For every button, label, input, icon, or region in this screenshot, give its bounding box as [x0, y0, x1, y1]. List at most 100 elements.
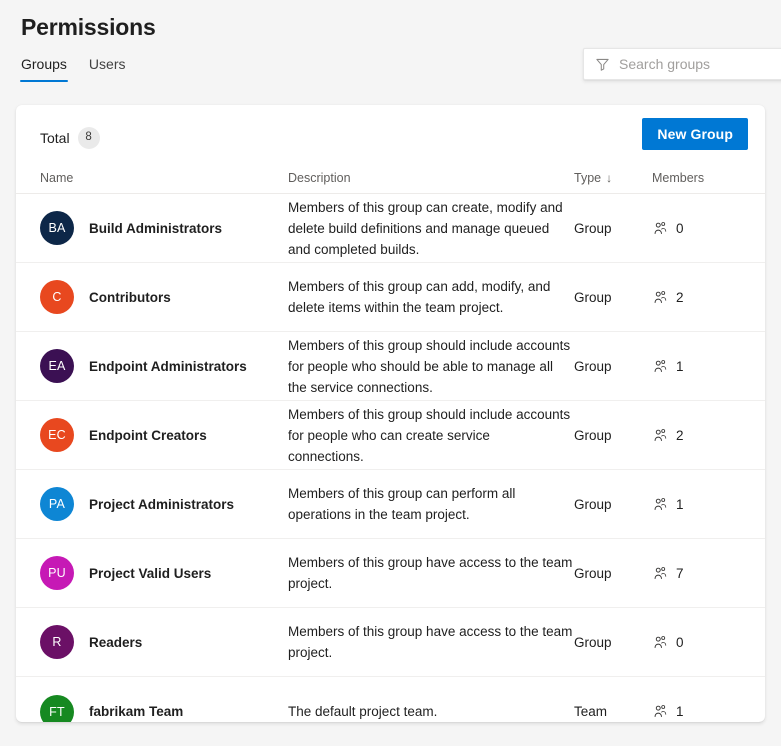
people-icon	[652, 634, 668, 650]
group-type-label: Group	[574, 496, 612, 512]
group-type-cell: Group	[574, 635, 652, 650]
group-type-label: Group	[574, 220, 612, 236]
page-title: Permissions	[21, 14, 156, 40]
group-members-count: 2	[676, 427, 684, 443]
group-type-label: Group	[574, 358, 612, 374]
group-description-cell: The default project team.	[288, 701, 574, 722]
sort-descending-icon: ↓	[606, 171, 613, 185]
group-type-cell: Group	[574, 428, 652, 443]
table-row[interactable]: R Readers Members of this group have acces…	[16, 608, 765, 677]
search-input[interactable]	[619, 49, 781, 79]
tab-users-label: Users	[88, 56, 126, 72]
avatar: C	[40, 280, 74, 314]
table-row[interactable]: PU Project Valid Users Members of this gro…	[16, 539, 765, 608]
column-header-type[interactable]: Type ↓	[574, 171, 652, 185]
avatar: EA	[40, 349, 74, 383]
table-row[interactable]: EA Endpoint Administrators Members of this…	[16, 332, 765, 401]
people-icon	[652, 289, 668, 305]
column-header-members-label: Members	[652, 171, 705, 185]
group-description-cell: Members of this group can add, modify, a…	[288, 276, 574, 318]
people-icon	[652, 427, 668, 443]
group-name-cell[interactable]: R Readers	[40, 625, 288, 659]
column-header-name[interactable]: Name	[40, 171, 288, 185]
group-description-cell: Members of this group can create, modify…	[288, 197, 574, 260]
group-members-cell: 1	[652, 496, 742, 512]
groups-card: Total 8 New Group Name Description Type …	[16, 105, 765, 722]
table-row[interactable]: BA Build Administrators Members of this gr…	[16, 194, 765, 263]
search-groups-box[interactable]	[583, 48, 781, 80]
column-header-description-label: Description	[288, 171, 351, 185]
group-members-cell: 1	[652, 704, 742, 720]
tab-users[interactable]: Users	[88, 53, 127, 82]
group-description-label: Members of this group can create, modify…	[288, 199, 563, 257]
tab-groups[interactable]: Groups	[20, 53, 68, 82]
tab-list: Groups Users	[20, 53, 126, 82]
group-description-cell: Members of this group can perform all op…	[288, 483, 574, 525]
filter-icon	[594, 56, 610, 72]
group-members-count: 1	[676, 704, 684, 719]
group-name-cell[interactable]: EC Endpoint Creators	[40, 418, 288, 452]
group-members-count: 1	[676, 496, 684, 512]
column-header-members[interactable]: Members	[652, 171, 742, 185]
people-icon	[652, 220, 668, 236]
group-description-label: Members of this group have access to the…	[288, 624, 573, 660]
group-description-label: Members of this group have access to the…	[288, 555, 573, 591]
table-row[interactable]: FT fabrikam Team The default project team.…	[16, 677, 765, 722]
groups-table: Name Description Type ↓ Members BA Build …	[16, 163, 765, 722]
group-name-cell[interactable]: PA Project Administrators	[40, 487, 288, 521]
group-members-count: 2	[676, 289, 684, 305]
column-header-name-label: Name	[40, 171, 74, 185]
group-members-cell: 2	[652, 289, 742, 305]
group-members-cell: 2	[652, 427, 742, 443]
group-type-cell: Group	[574, 566, 652, 581]
group-name-label: Endpoint Administrators	[89, 358, 247, 374]
permissions-page: Permissions Groups Users Total 8	[0, 0, 781, 746]
group-name-label: Project Valid Users	[89, 565, 212, 581]
tab-groups-label: Groups	[21, 56, 67, 72]
table-body: BA Build Administrators Members of this gr…	[16, 194, 765, 722]
group-members-cell: 0	[652, 220, 742, 236]
group-name-cell[interactable]: BA Build Administrators	[40, 211, 288, 245]
avatar: PU	[40, 556, 74, 590]
group-description-label: Members of this group should include acc…	[288, 337, 571, 395]
group-type-cell: Team	[574, 704, 652, 719]
group-members-count: 1	[676, 358, 684, 374]
table-row[interactable]: EC Endpoint Creators Members of this group…	[16, 401, 765, 470]
group-members-count: 0	[676, 220, 684, 236]
total-indicator: Total 8	[40, 127, 100, 149]
group-description-cell: Members of this group have access to the…	[288, 621, 574, 663]
column-header-description[interactable]: Description	[288, 171, 574, 185]
column-header-type-label: Type	[574, 171, 602, 185]
group-members-count: 0	[676, 634, 684, 650]
group-members-cell: 0	[652, 634, 742, 650]
table-row[interactable]: C Contributors Members of this group can a…	[16, 263, 765, 332]
people-icon	[652, 496, 668, 512]
new-group-button[interactable]: New Group	[642, 118, 748, 150]
avatar: PA	[40, 487, 74, 521]
group-type-cell: Group	[574, 359, 652, 374]
group-type-cell: Group	[574, 290, 652, 305]
total-count-badge: 8	[77, 127, 100, 149]
group-name-label: Build Administrators	[89, 220, 223, 236]
avatar: BA	[40, 211, 74, 245]
avatar: FT	[40, 694, 74, 722]
group-type-label: Group	[574, 427, 612, 443]
group-name-label: Project Administrators	[89, 496, 235, 512]
group-description-cell: Members of this group have access to the…	[288, 552, 574, 594]
avatar: R	[40, 625, 74, 659]
group-name-cell[interactable]: EA Endpoint Administrators	[40, 349, 288, 383]
group-name-cell[interactable]: PU Project Valid Users	[40, 556, 288, 590]
page-header: Permissions Groups Users	[0, 0, 781, 89]
group-description-label: Members of this group can add, modify, a…	[288, 279, 551, 315]
group-description-label: Members of this group can perform all op…	[288, 486, 516, 522]
group-type-label: Group	[574, 565, 612, 581]
group-name-cell[interactable]: FT fabrikam Team	[40, 694, 288, 722]
group-description-cell: Members of this group should include acc…	[288, 335, 574, 398]
avatar: EC	[40, 418, 74, 452]
group-type-cell: Group	[574, 497, 652, 512]
people-icon	[652, 704, 668, 720]
group-name-cell[interactable]: C Contributors	[40, 280, 288, 314]
group-name-label: fabrikam Team	[89, 704, 184, 719]
group-members-cell: 1	[652, 358, 742, 374]
table-row[interactable]: PA Project Administrators Members of this …	[16, 470, 765, 539]
